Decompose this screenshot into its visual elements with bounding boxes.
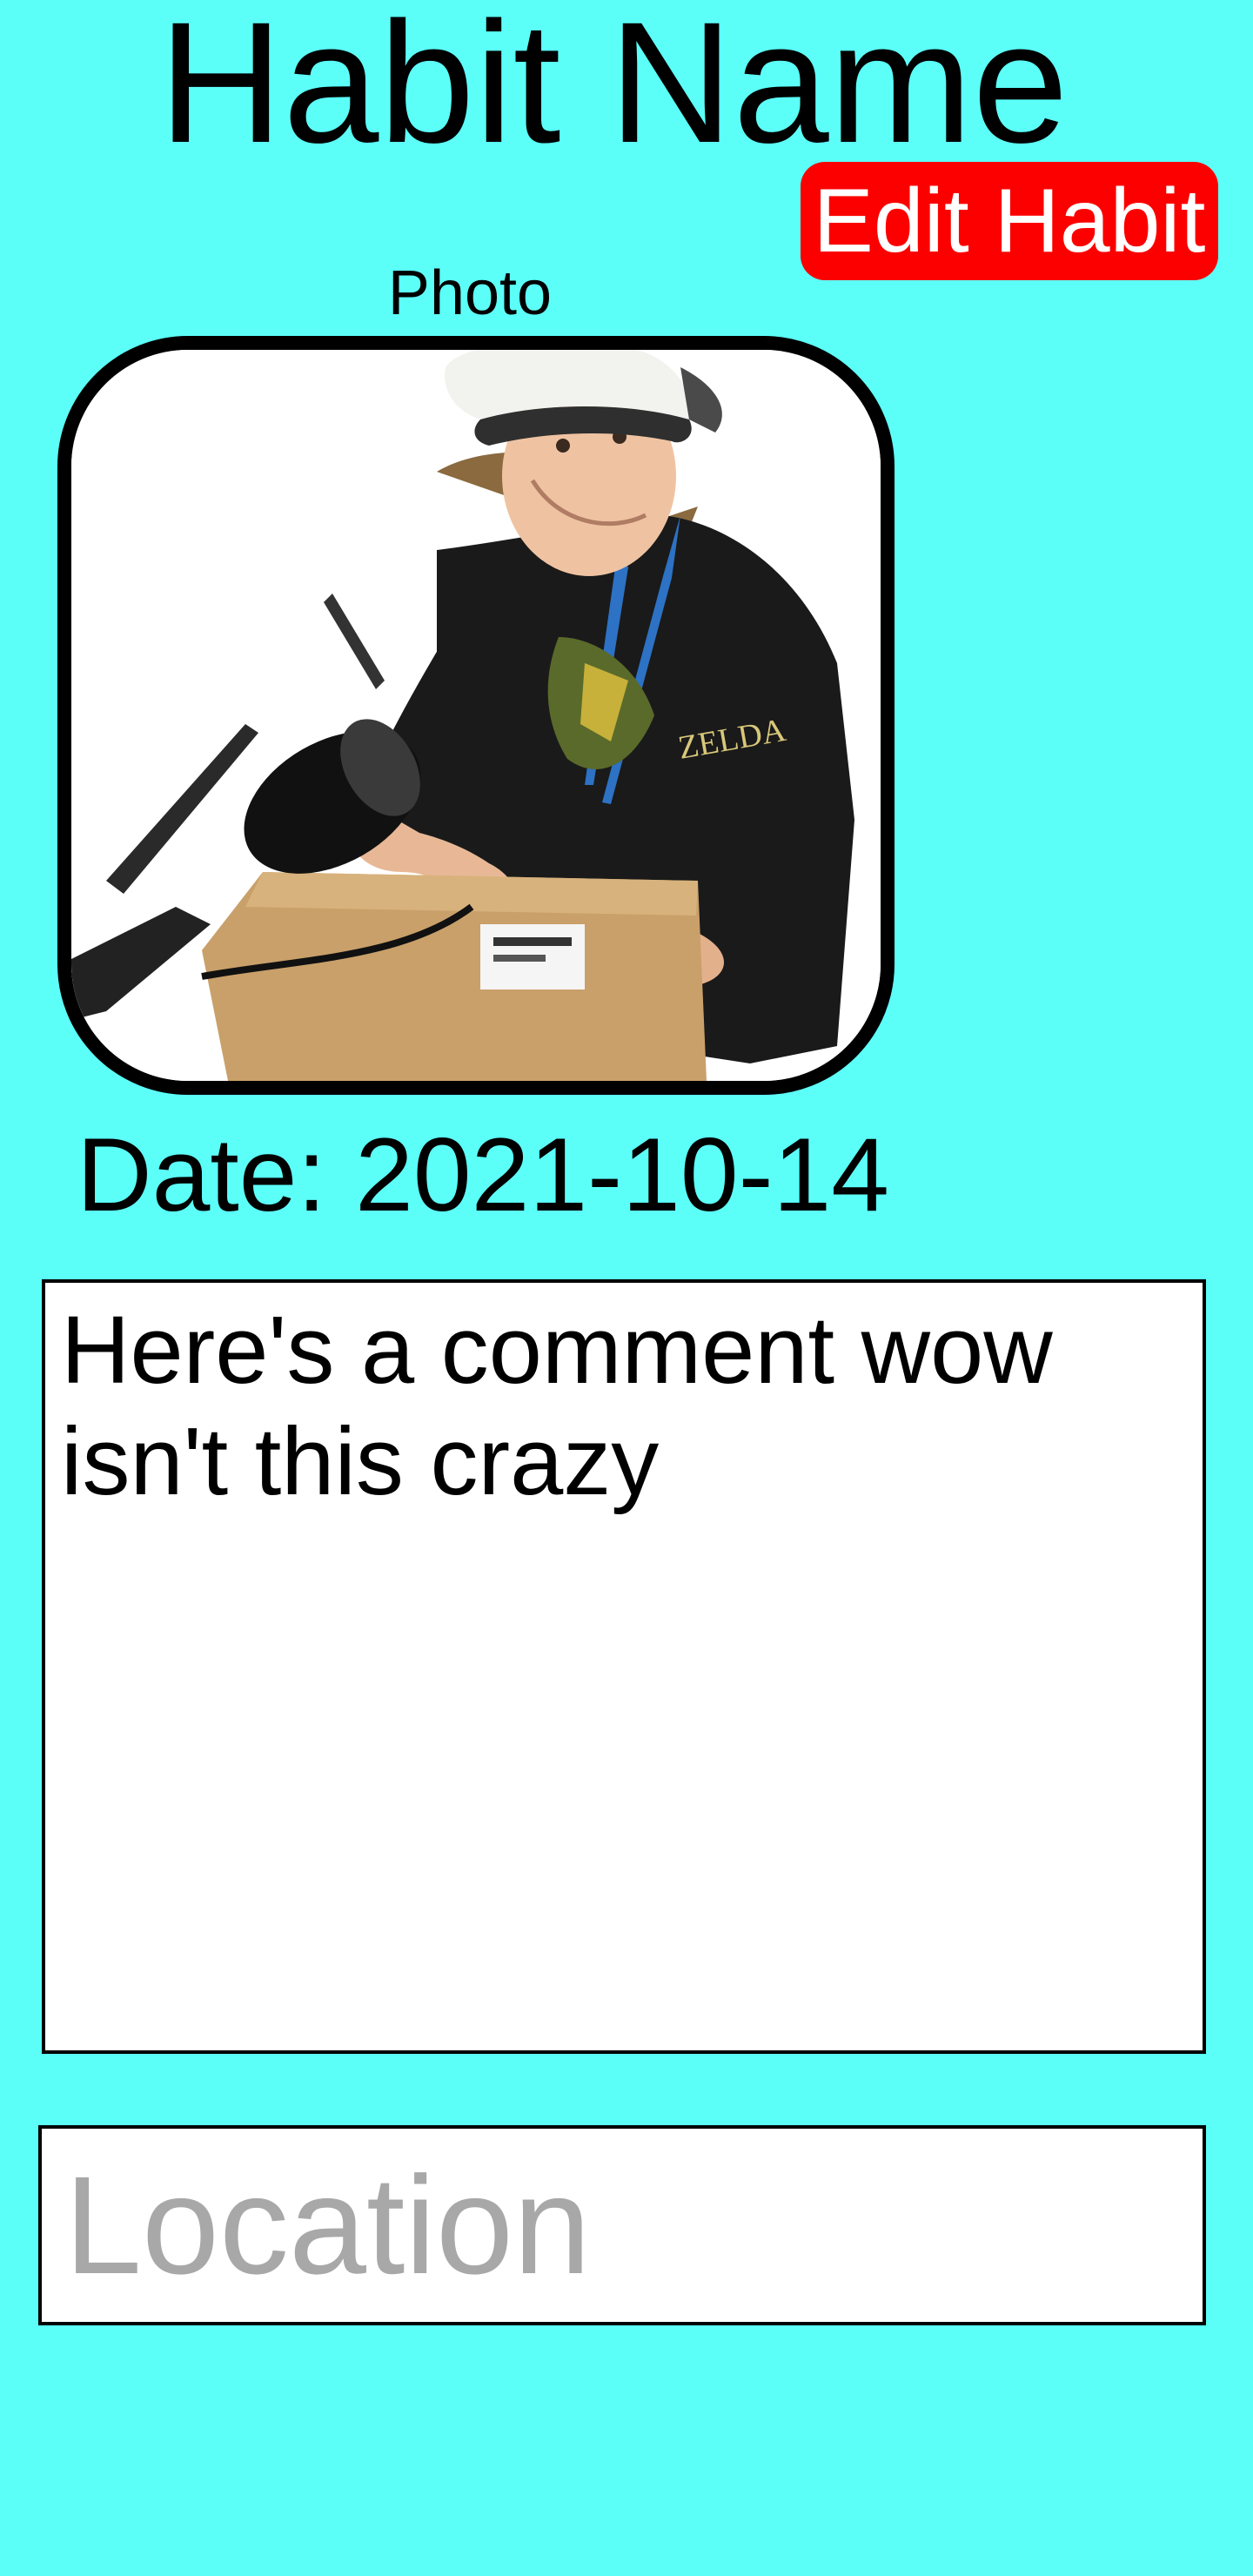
comment-field[interactable]: Here's a comment wow isn't this crazy bbox=[42, 1279, 1206, 2054]
person-photo-image: ZELDA bbox=[71, 350, 881, 1081]
location-input[interactable] bbox=[38, 2125, 1206, 2325]
edit-habit-button[interactable]: Edit Habit bbox=[801, 162, 1218, 280]
date-line: Date: 2021-10-14 bbox=[77, 1114, 889, 1236]
habit-photo[interactable]: ZELDA bbox=[57, 336, 895, 1095]
date-value: 2021-10-14 bbox=[355, 1117, 889, 1233]
habit-title: Habit Name bbox=[158, 0, 1069, 178]
photo-label: Photo bbox=[387, 258, 553, 328]
date-label: Date: bbox=[77, 1117, 326, 1233]
